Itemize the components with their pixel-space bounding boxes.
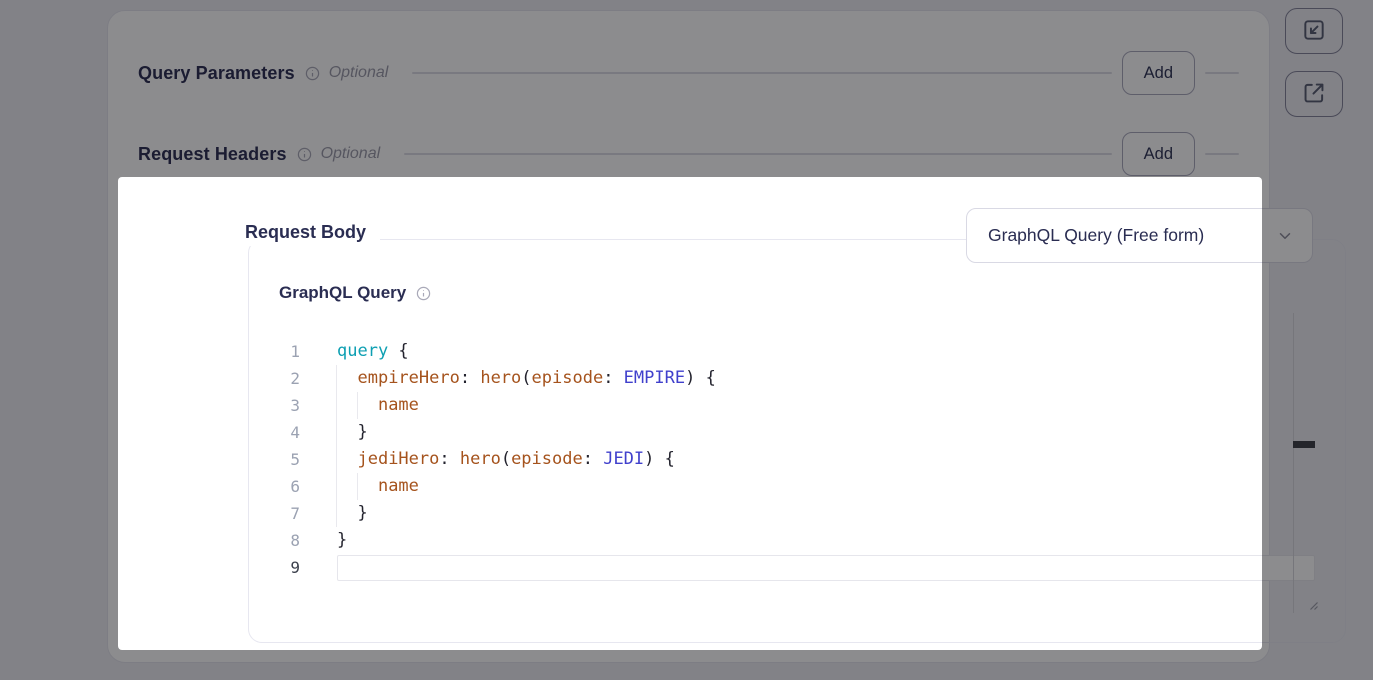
query-parameters-title: Query Parameters: [138, 63, 295, 84]
optional-badge: Optional: [321, 145, 381, 163]
code-token: (: [501, 449, 511, 469]
code-token: {: [388, 341, 408, 361]
code-token: hero: [460, 449, 501, 469]
info-icon[interactable]: [297, 147, 312, 162]
code-token: [337, 368, 357, 388]
line-number: 8: [258, 527, 300, 554]
code-line[interactable]: }: [337, 527, 1315, 554]
info-icon[interactable]: [305, 66, 320, 81]
editor-line-numbers: 123456789: [258, 338, 300, 581]
check-editor-card: Query Parameters Optional Add Request He…: [107, 10, 1270, 663]
code-token: :: [603, 368, 623, 388]
graphql-code-editor[interactable]: 123456789 query { empireHero: hero(episo…: [258, 311, 1328, 617]
editor-code-area[interactable]: query { empireHero: hero(episode: EMPIRE…: [337, 338, 1315, 581]
graphql-query-label-row: GraphQL Query: [279, 281, 431, 305]
code-line[interactable]: [337, 555, 1315, 581]
code-token: (: [521, 368, 531, 388]
chevron-down-icon: [1276, 227, 1294, 245]
code-token: }: [337, 503, 368, 523]
code-token: :: [439, 449, 459, 469]
code-token: ) {: [685, 368, 716, 388]
divider-line: [1205, 72, 1239, 74]
info-icon[interactable]: [416, 286, 431, 301]
body-type-select[interactable]: GraphQL Query (Free form): [966, 208, 1313, 263]
line-number: 1: [258, 338, 300, 365]
request-body-title-text: Request Body: [245, 222, 366, 243]
code-token: JEDI: [603, 449, 644, 469]
code-line[interactable]: name: [337, 392, 1315, 419]
code-line[interactable]: }: [337, 500, 1315, 527]
add-request-header-button[interactable]: Add: [1122, 132, 1195, 176]
external-link-icon: [1301, 80, 1327, 109]
line-number: 4: [258, 419, 300, 446]
code-token: EMPIRE: [624, 368, 685, 388]
code-token: }: [337, 530, 347, 550]
code-line[interactable]: empireHero: hero(episode: EMPIRE) {: [337, 365, 1315, 392]
divider-line: [1205, 153, 1239, 155]
code-line[interactable]: name: [337, 473, 1315, 500]
code-token: [337, 449, 357, 469]
editor-toolbar: [1285, 8, 1343, 117]
code-token: episode: [511, 449, 583, 469]
request-body-title: Request Body: [234, 218, 380, 246]
line-number: 3: [258, 392, 300, 419]
code-token: name: [378, 476, 419, 496]
code-token: [337, 476, 378, 496]
code-token: empireHero: [357, 368, 459, 388]
code-token: :: [583, 449, 603, 469]
open-external-button[interactable]: [1285, 71, 1343, 117]
code-token: query: [337, 341, 388, 361]
section-query-parameters: Query Parameters Optional Add: [138, 51, 1239, 95]
collapse-editor-button[interactable]: [1285, 8, 1343, 54]
section-request-headers: Request Headers Optional Add: [138, 132, 1239, 176]
resize-grip-icon[interactable]: [1305, 597, 1319, 616]
request-headers-title: Request Headers: [138, 144, 287, 165]
editor-scrollbar-thumb[interactable]: [1293, 441, 1315, 448]
code-line[interactable]: jediHero: hero(episode: JEDI) {: [337, 446, 1315, 473]
divider-line: [412, 72, 1111, 74]
code-token: :: [460, 368, 480, 388]
code-token: episode: [532, 368, 604, 388]
graphql-query-label: GraphQL Query: [279, 283, 406, 303]
code-token: name: [378, 395, 419, 415]
line-number: 9: [258, 554, 300, 581]
code-line[interactable]: }: [337, 419, 1315, 446]
code-line[interactable]: query {: [337, 338, 1315, 365]
line-number: 2: [258, 365, 300, 392]
page: Query Parameters Optional Add Request He…: [0, 0, 1373, 680]
code-token: jediHero: [357, 449, 439, 469]
body-type-selected-value: GraphQL Query (Free form): [988, 225, 1276, 246]
code-token: [337, 395, 378, 415]
optional-badge: Optional: [329, 64, 389, 82]
code-token: hero: [480, 368, 521, 388]
code-token: ) {: [644, 449, 675, 469]
editor-scrollbar-track: [1293, 313, 1294, 613]
line-number: 6: [258, 473, 300, 500]
divider-line: [404, 153, 1111, 155]
code-token: }: [337, 422, 368, 442]
line-number: 5: [258, 446, 300, 473]
line-number: 7: [258, 500, 300, 527]
add-query-parameter-button[interactable]: Add: [1122, 51, 1195, 95]
collapse-editor-icon: [1301, 17, 1327, 46]
